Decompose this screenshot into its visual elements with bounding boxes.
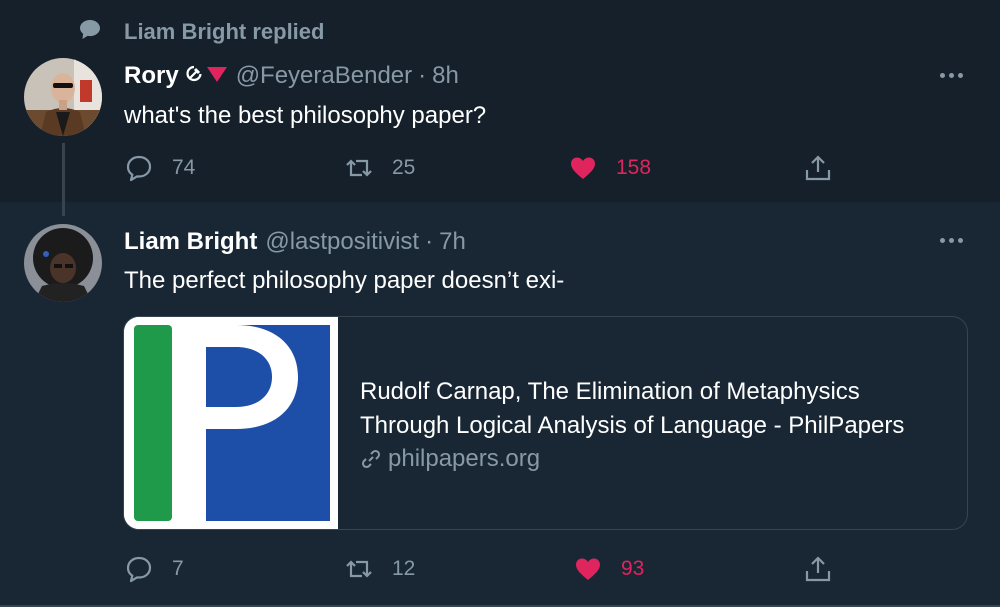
display-name[interactable]: Liam Bright [124, 228, 257, 256]
reply-icon [126, 155, 152, 182]
reply-context: Liam Bright replied [78, 18, 324, 44]
link-card[interactable]: Rudolf Carnap, The Elimination of Metaph… [123, 316, 968, 530]
reply-context-text: Liam Bright replied [124, 19, 325, 44]
retweet-icon [346, 159, 372, 177]
philpapers-logo [124, 317, 338, 529]
separator: · [418, 62, 427, 89]
retweet-button[interactable]: 12 [344, 554, 415, 584]
tweet-text: what's the best philosophy paper? [124, 102, 487, 129]
tweet-header: Rory @FeyeraBender · 8h [124, 62, 459, 90]
thread-connector [62, 143, 65, 216]
handle[interactable]: @lastpositivist [265, 228, 419, 256]
reply-count: 7 [172, 557, 184, 580]
share-icon [805, 155, 831, 181]
reply-count: 74 [172, 156, 196, 179]
more-options-button[interactable] [940, 238, 963, 243]
share-button[interactable] [803, 554, 833, 584]
more-options-button[interactable] [940, 73, 963, 78]
like-count: 158 [616, 156, 652, 179]
hammer-and-sickle-icon [186, 65, 202, 82]
more-dot-icon [949, 238, 954, 243]
tweet-header: Liam Bright @lastpositivist · 7h [124, 228, 466, 256]
like-button[interactable]: 158 [568, 153, 651, 183]
display-name[interactable]: Rory [124, 62, 179, 90]
card-domain-text: philpapers.org [388, 445, 541, 472]
retweet-count: 12 [392, 557, 416, 580]
share-button[interactable] [803, 153, 833, 183]
separator: · [425, 228, 434, 255]
timestamp[interactable]: 7h [439, 228, 466, 256]
reply-button[interactable]: 74 [124, 153, 195, 183]
more-dot-icon [958, 238, 963, 243]
timestamp[interactable]: 8h [432, 62, 459, 90]
tweet-text: The perfect philosophy paper doesn’t exi… [124, 267, 565, 294]
card-title: Rudolf Carnap, The Elimination of Metaph… [360, 375, 960, 443]
link-icon [361, 449, 381, 469]
handle[interactable]: @FeyeraBender [236, 62, 412, 90]
like-count: 93 [621, 557, 645, 580]
speech-bubble-icon [80, 20, 100, 39]
card-domain: philpapers.org [360, 445, 540, 473]
reply-icon [126, 556, 152, 583]
retweet-icon [346, 560, 372, 578]
retweet-button[interactable]: 25 [344, 153, 415, 183]
more-dot-icon [940, 238, 945, 243]
retweet-count: 25 [392, 156, 416, 179]
share-icon [805, 556, 831, 582]
card-thumbnail [124, 317, 338, 529]
reply-button[interactable]: 7 [124, 554, 184, 584]
red-triangle-icon [206, 67, 227, 82]
like-button[interactable]: 93 [573, 554, 644, 584]
more-dot-icon [940, 73, 945, 78]
heart-icon [576, 558, 600, 580]
avatar-rory[interactable] [24, 58, 102, 136]
card-title-line: Rudolf Carnap, The Elimination of Metaph… [360, 378, 860, 405]
card-title-line: Through Logical Analysis of Language - P… [360, 412, 905, 439]
more-dot-icon [958, 73, 963, 78]
more-dot-icon [949, 73, 954, 78]
avatar-liam-bright[interactable] [24, 224, 102, 302]
heart-icon [571, 157, 595, 179]
